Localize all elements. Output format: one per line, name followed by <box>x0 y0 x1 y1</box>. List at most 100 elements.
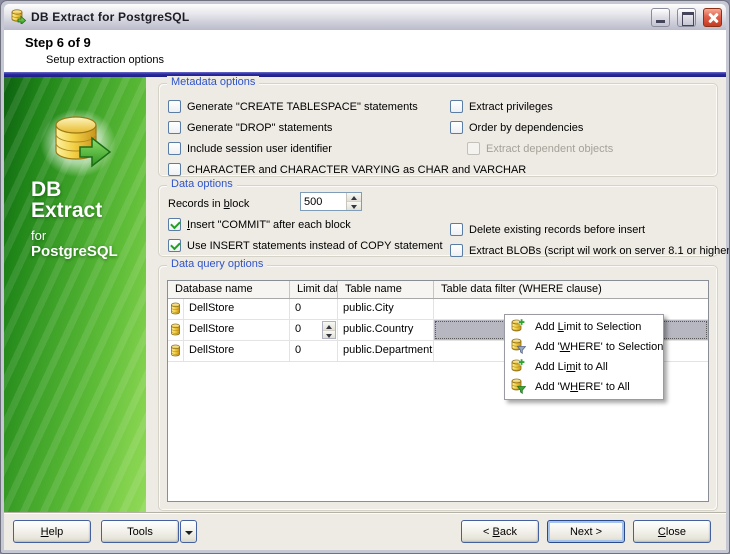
wizard-header: Step 6 of 9 Setup extraction options <box>4 30 726 72</box>
column-header-table-name[interactable]: Table name <box>338 281 434 298</box>
data-query-options-label: Data query options <box>167 258 267 270</box>
cell-database-name[interactable]: DellStore <box>184 320 290 340</box>
checkbox-box[interactable] <box>450 223 463 236</box>
checkbox-box[interactable] <box>168 142 181 155</box>
checkbox-box[interactable] <box>168 239 181 252</box>
database-add-icon <box>510 358 526 377</box>
minimize-icon <box>652 9 669 26</box>
close-icon <box>704 9 721 26</box>
menu-item-label: Add Limit to All <box>535 361 608 373</box>
checkbox-box[interactable] <box>450 121 463 134</box>
menu-item-add-limit-to-all[interactable]: Add Limit to All <box>507 357 661 377</box>
metadata-right-column: Extract privileges Order by dependencies… <box>450 96 613 159</box>
window-title: DB Extract for PostgreSQL <box>31 10 644 24</box>
checkbox-label[interactable]: Generate "DROP" statements <box>187 122 332 134</box>
menu-item-add-limit-to-selection[interactable]: Add Limit to Selection <box>507 317 661 337</box>
cell-table-name[interactable]: public.Country <box>338 320 434 340</box>
checkbox-label[interactable]: Use INSERT statements instead of COPY st… <box>187 240 443 252</box>
back-button[interactable]: < Back <box>461 520 539 543</box>
checkbox-generate-drop[interactable]: Generate "DROP" statements <box>168 117 717 138</box>
cell-database-name[interactable]: DellStore <box>184 341 290 361</box>
data-options-group: Data options Records in block Insert "CO… <box>158 185 718 257</box>
close-button[interactable] <box>703 8 722 27</box>
checkbox-box <box>467 142 480 155</box>
records-in-block-label: Records in block <box>168 198 249 210</box>
wizard-window: DB Extract for PostgreSQL Step 6 of 9 Se… <box>0 0 730 554</box>
column-header-database-name[interactable]: Database name <box>168 281 290 298</box>
checkbox-extract-privileges[interactable]: Extract privileges <box>450 96 613 117</box>
checkbox-generate-create-tablespace[interactable]: Generate "CREATE TABLESPACE" statements <box>168 96 717 117</box>
checkbox-box[interactable] <box>450 100 463 113</box>
database-icon <box>168 299 184 319</box>
spin-up-button[interactable] <box>323 322 335 331</box>
brand-line-2: Extract <box>31 200 118 221</box>
cell-limit-data[interactable]: 0 <box>290 320 338 340</box>
checkbox-label[interactable]: Delete existing records before insert <box>469 224 645 236</box>
checkbox-label[interactable]: Extract privileges <box>469 101 553 113</box>
records-in-block-row: Records in block <box>168 194 717 214</box>
checkbox-box[interactable] <box>450 244 463 257</box>
menu-item-label: Add 'WHERE' to Selection <box>535 341 663 353</box>
close-wizard-button[interactable]: Close <box>633 520 711 543</box>
menu-item-label: Add 'WHERE' to All <box>535 381 630 393</box>
brand-line-4: PostgreSQL <box>31 244 118 259</box>
spin-down-button[interactable] <box>347 202 361 210</box>
checkbox-include-session-user[interactable]: Include session user identifier <box>168 138 717 159</box>
product-name: DB Extract for PostgreSQL <box>31 179 118 259</box>
checkbox-label[interactable]: Generate "CREATE TABLESPACE" statements <box>187 101 418 113</box>
column-header-limit-data[interactable]: Limit data <box>290 281 338 298</box>
checkbox-character-varying[interactable]: CHARACTER and CHARACTER VARYING as CHAR … <box>168 159 717 180</box>
query-table-header: Database name Limit data Table name Tabl… <box>168 281 708 299</box>
app-icon <box>10 8 26 27</box>
step-title: Step 6 of 9 <box>25 35 726 50</box>
checkbox-label[interactable]: CHARACTER and CHARACTER VARYING as CHAR … <box>187 164 526 176</box>
database-filter-green-icon <box>510 378 526 397</box>
data-right-column: Delete existing records before insert Ex… <box>450 219 730 261</box>
next-button[interactable]: Next > <box>547 520 625 543</box>
maximize-icon <box>678 9 695 26</box>
checkbox-order-by-dependencies[interactable]: Order by dependencies <box>450 117 613 138</box>
tools-dropdown-button[interactable] <box>180 520 197 543</box>
menu-item-add-where-to-selection[interactable]: Add 'WHERE' to Selection <box>507 337 661 357</box>
menu-item-label: Add Limit to Selection <box>535 321 641 333</box>
column-header-table-data-filter[interactable]: Table data filter (WHERE clause) <box>434 281 708 298</box>
product-logo-icon <box>40 109 122 184</box>
limit-cell-spinner <box>322 321 336 339</box>
wizard-content: Metadata options Generate "CREATE TABLES… <box>146 77 726 512</box>
metadata-options-group: Metadata options Generate "CREATE TABLES… <box>158 83 718 177</box>
checkbox-label[interactable]: Extract BLOBs (script wil work on server… <box>469 245 730 257</box>
checkbox-box[interactable] <box>168 163 181 176</box>
spin-up-button[interactable] <box>347 193 361 202</box>
help-button[interactable]: Help <box>13 520 91 543</box>
checkbox-label: Extract dependent objects <box>486 143 613 155</box>
tools-button[interactable]: Tools <box>101 520 179 543</box>
cell-limit-data[interactable]: 0 <box>290 299 338 319</box>
checkbox-label[interactable]: Order by dependencies <box>469 122 583 134</box>
metadata-options-label: Metadata options <box>167 76 259 88</box>
checkbox-box[interactable] <box>168 121 181 134</box>
checkbox-label[interactable]: Insert "COMMIT" after each block <box>187 219 351 231</box>
spin-down-button[interactable] <box>323 331 335 339</box>
brand-line-1: DB <box>31 179 118 200</box>
menu-item-add-where-to-all[interactable]: Add 'WHERE' to All <box>507 377 661 397</box>
checkbox-box[interactable] <box>168 100 181 113</box>
title-bar[interactable]: DB Extract for PostgreSQL <box>4 4 726 30</box>
records-in-block-input[interactable] <box>301 193 346 210</box>
checkbox-delete-existing-records[interactable]: Delete existing records before insert <box>450 219 730 240</box>
brand-line-3: for <box>31 229 118 242</box>
checkbox-label[interactable]: Include session user identifier <box>187 143 332 155</box>
cell-limit-data[interactable]: 0 <box>290 341 338 361</box>
checkbox-extract-blobs[interactable]: Extract BLOBs (script wil work on server… <box>450 240 730 261</box>
cell-database-name[interactable]: DellStore <box>184 299 290 319</box>
button-bar: Help Tools < Back Next > Close <box>4 512 726 550</box>
minimize-button[interactable] <box>651 8 670 27</box>
checkbox-box[interactable] <box>168 218 181 231</box>
metadata-left-column: Generate "CREATE TABLESPACE" statements … <box>168 96 717 180</box>
data-options-label: Data options <box>167 178 237 190</box>
cell-table-name[interactable]: public.City <box>338 299 434 319</box>
checkbox-extract-dependent-objects: Extract dependent objects <box>450 138 613 159</box>
cell-table-name[interactable]: public.Department <box>338 341 434 361</box>
maximize-button[interactable] <box>677 8 696 27</box>
database-icon <box>168 341 184 361</box>
step-subtitle: Setup extraction options <box>46 54 726 66</box>
